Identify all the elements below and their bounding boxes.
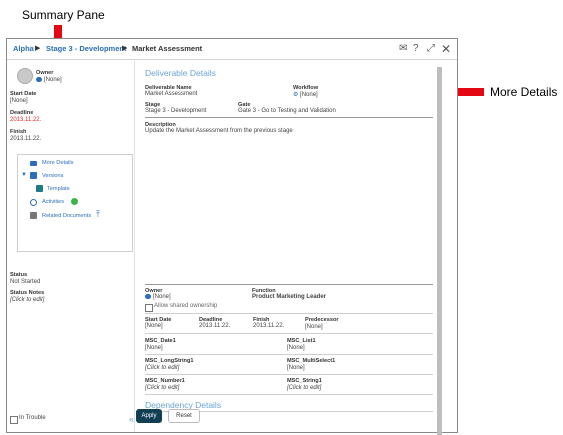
breadcrumb-stage[interactable]: Stage 3 - Development: [46, 39, 126, 59]
chevron-down-icon[interactable]: ▼: [21, 172, 27, 178]
deadline-label: Deadline: [10, 110, 34, 116]
expand-icon[interactable]: ⤢: [427, 42, 435, 56]
finish-label: Finish: [10, 129, 27, 135]
divider: [145, 333, 433, 334]
allow-shared-label: Allow shared ownership: [154, 303, 218, 309]
workflow-value-text: [None]: [300, 92, 318, 98]
section-title: Deliverable Details: [145, 68, 216, 78]
stage-value: Stage 3 - Development: [145, 108, 207, 114]
owner-value-text: [None]: [44, 77, 62, 84]
summary-pane-annotation: Summary Pane: [22, 8, 105, 22]
msc-list1-label: MSC_List1: [287, 338, 316, 344]
collapse-pane-icon[interactable]: «: [129, 414, 134, 424]
scrollbar[interactable]: [437, 67, 442, 435]
start-date-value[interactable]: [None]: [10, 98, 28, 104]
divider: [145, 394, 433, 395]
versions-icon: [30, 172, 37, 179]
owner-icon: [36, 77, 42, 82]
allow-shared-checkbox[interactable]: [145, 304, 153, 312]
status-label: Status: [10, 272, 28, 278]
breadcrumb-alpha[interactable]: Alpha: [13, 39, 34, 59]
template-icon: [36, 185, 43, 192]
apply-button[interactable]: Apply: [136, 409, 162, 423]
nav-versions[interactable]: Versions: [42, 173, 63, 179]
msc-number1-label: MSC_Number1: [145, 378, 185, 384]
divider: [145, 374, 433, 375]
owner-label: Owner: [36, 70, 54, 76]
summary-pane: Owner [None] Start Date [None] Deadline …: [7, 60, 135, 432]
breadcrumb-separator: ▶: [35, 45, 41, 52]
description-value[interactable]: Update the Market Assessment from the pr…: [145, 128, 293, 134]
deadline-field-value[interactable]: 2013.11.22.: [199, 323, 230, 329]
reset-button[interactable]: Reset: [168, 409, 200, 423]
add-activity-icon[interactable]: [71, 198, 78, 205]
msc-date1-label: MSC_Date1: [145, 338, 176, 344]
msc-longstring1-label: MSC_LongString1: [145, 358, 194, 364]
finish-field-value[interactable]: 2013.11.22.: [253, 323, 284, 329]
workflow-icon: ⚙: [293, 92, 301, 98]
breadcrumb: Alpha ▶ Stage 3 - Development ▶ Market A…: [7, 39, 457, 60]
predecessor-value[interactable]: [None]: [305, 324, 323, 330]
nav-activities[interactable]: Activities: [42, 199, 64, 205]
deliverable-window: Alpha ▶ Stage 3 - Development ▶ Market A…: [6, 38, 458, 435]
breadcrumb-separator: ▶: [122, 45, 128, 52]
nav-related-documents[interactable]: Related Documents: [42, 213, 91, 219]
msc-number1-value[interactable]: [Click to edit]: [145, 385, 179, 391]
start-date-field-value[interactable]: [None]: [145, 323, 163, 329]
status-notes-value[interactable]: [Click to edit]: [10, 297, 44, 303]
function-value[interactable]: Product Marketing Leader: [252, 294, 326, 300]
deliverable-name-value[interactable]: Market Assessment: [145, 91, 197, 97]
msc-multiselect1-label: MSC_MultiSelect1: [287, 358, 336, 364]
document-icon: [30, 212, 37, 219]
owner-field-value[interactable]: [None]: [145, 294, 171, 300]
divider: [145, 354, 433, 355]
msc-string1-value[interactable]: [Click to edit]: [287, 385, 321, 391]
owner-field-icon: [145, 294, 151, 299]
list-icon: [30, 161, 37, 166]
close-icon[interactable]: ✕: [441, 42, 451, 56]
summary-nav: More Details ▼ Versions Template Activit…: [17, 154, 133, 252]
nav-more-details[interactable]: More Details: [42, 160, 73, 166]
upload-icon[interactable]: ⤒: [96, 209, 100, 220]
divider: [145, 313, 433, 314]
start-date-label: Start Date: [10, 91, 37, 97]
summary-pane-arrow-icon: [48, 25, 68, 49]
breadcrumb-current: Market Assessment: [132, 44, 203, 53]
finish-value[interactable]: 2013.11.22.: [10, 136, 41, 142]
in-trouble-checkbox[interactable]: [10, 416, 18, 424]
status-value: Not Started: [10, 279, 41, 285]
mail-icon[interactable]: ✉: [399, 42, 407, 56]
in-trouble-label: In Trouble: [19, 415, 46, 421]
nav-template[interactable]: Template: [47, 186, 70, 192]
deadline-value[interactable]: 2013.11.22.: [10, 117, 41, 123]
msc-list1-value[interactable]: [None]: [287, 345, 305, 351]
divider: [145, 117, 433, 118]
msc-multiselect1-value[interactable]: [None]: [287, 365, 305, 371]
msc-longstring1-value[interactable]: [Click to edit]: [145, 365, 179, 371]
gate-value: Gate 3 - Go to Testing and Validation: [238, 108, 336, 114]
more-details-annotation: More Details: [490, 85, 558, 99]
divider: [145, 284, 433, 285]
owner-value[interactable]: [None]: [36, 77, 62, 83]
activities-icon: [30, 199, 37, 206]
workflow-value[interactable]: ⚙ [None]: [293, 91, 318, 98]
deliverable-details: Deliverable Details Deliverable Name Mar…: [135, 60, 457, 432]
status-notes-label: Status Notes: [10, 290, 45, 296]
predecessor-label: Predecessor: [305, 317, 339, 323]
msc-date1-value[interactable]: [None]: [145, 345, 163, 351]
msc-string1-label: MSC_String1: [287, 378, 322, 384]
avatar: [17, 68, 33, 84]
owner-field-value-text: [None]: [153, 294, 171, 301]
help-icon[interactable]: ?: [413, 42, 419, 56]
